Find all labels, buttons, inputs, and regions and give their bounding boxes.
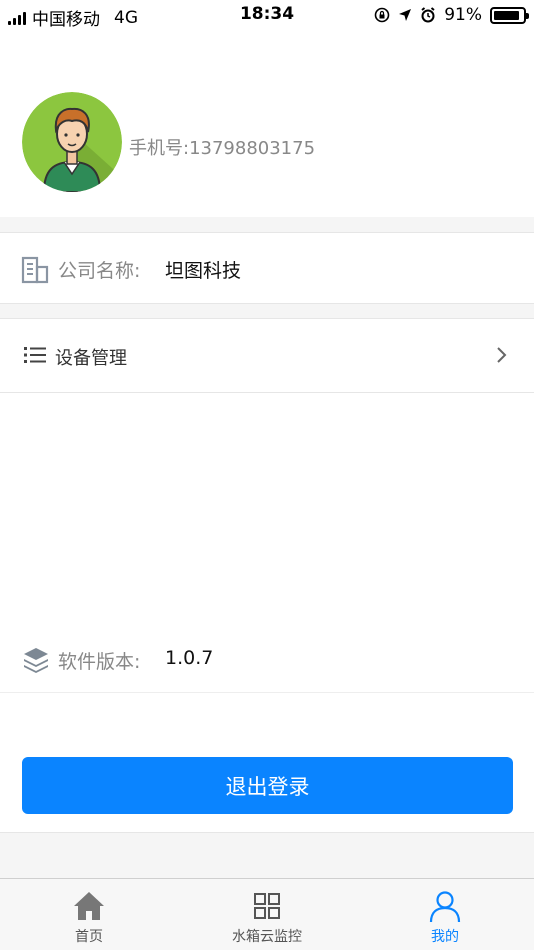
tab-home-label: 首页 [75,929,103,945]
user-avatar-icon [22,92,122,192]
tab-water-tank-label: 水箱云监控 [232,929,302,945]
building-icon [21,256,49,284]
status-right: 91% [374,5,529,25]
avatar[interactable] [22,92,122,192]
chevron-right-icon [497,347,507,363]
layers-icon [24,648,48,673]
device-management-label: 设备管理 [55,348,127,369]
tab-mine[interactable]: 我的 [356,879,534,950]
company-row: 公司名称: 坦图科技 [0,232,534,304]
company-label: 公司名称: [58,260,141,282]
home-icon [74,892,104,920]
tab-bar: 首页 水箱云监控 我的 [0,878,534,950]
location-icon [399,9,412,21]
tab-water-tank[interactable]: 水箱云监控 [178,879,356,950]
logout-button[interactable]: 退出登录 [22,757,513,814]
device-management-row[interactable]: 设备管理 [0,319,534,393]
version-label: 软件版本: [58,651,141,673]
company-value: 坦图科技 [165,260,242,282]
battery-percent: 91% [444,5,482,25]
main-panel: 设备管理 软件版本: 1.0.7 退出登录 [0,318,534,833]
profile-section: 手机号:13798803175 [0,30,534,217]
tab-mine-label: 我的 [431,929,459,945]
rotation-lock-icon [374,7,390,23]
phone-number: 手机号:13798803175 [129,138,316,159]
tab-home[interactable]: 首页 [0,879,178,950]
alarm-icon [421,7,435,23]
version-value: 1.0.7 [165,647,214,669]
battery-level [494,10,520,20]
grid-icon [254,893,280,919]
status-bar: 中国移动 4G 18:34 91% [0,0,534,30]
version-row: 软件版本: 1.0.7 [0,619,534,693]
user-icon [429,891,461,923]
battery-icon [490,6,529,24]
list-icon [24,347,46,363]
